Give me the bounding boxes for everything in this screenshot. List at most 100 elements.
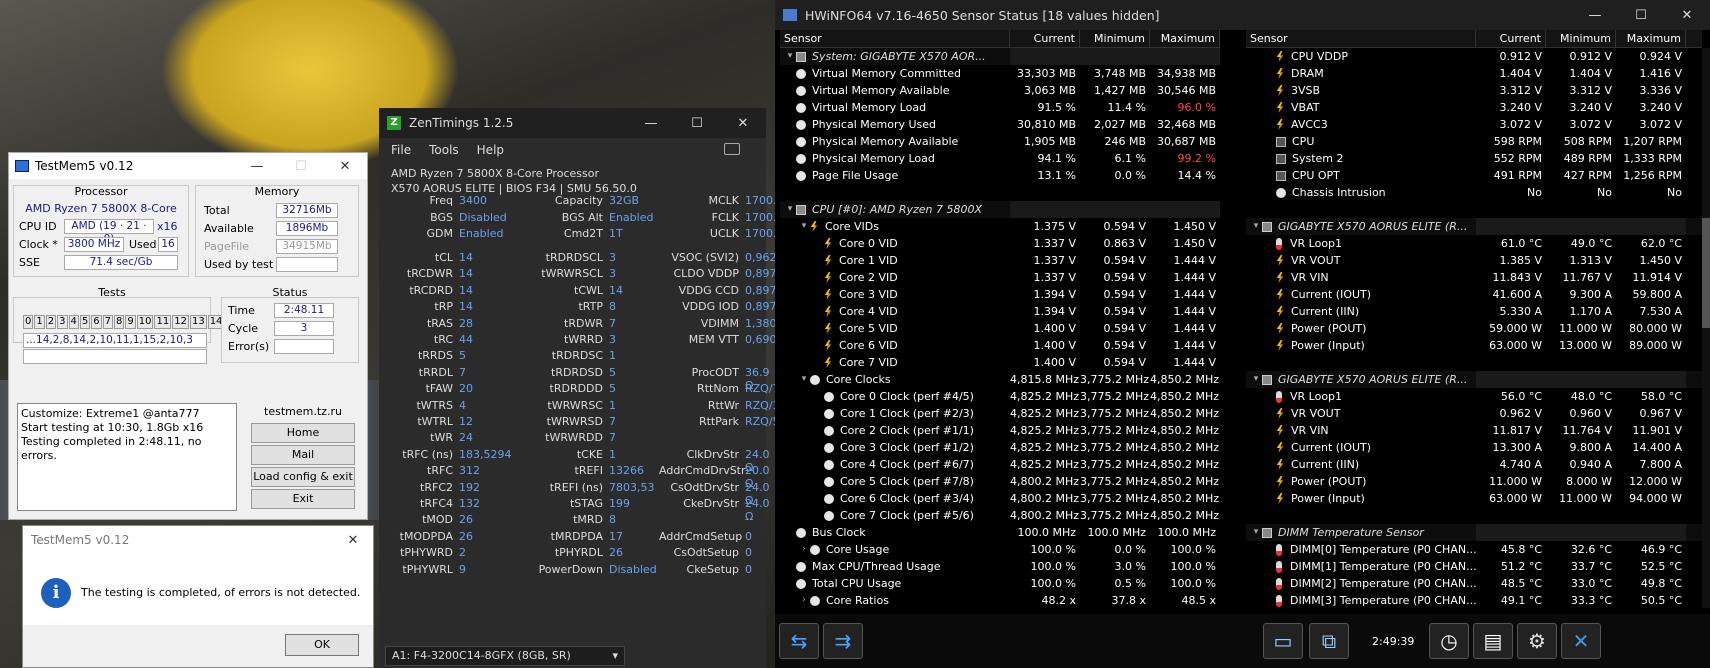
close-icon[interactable]: ✕: [1561, 623, 1601, 659]
clock-icon[interactable]: ◷: [1429, 623, 1469, 659]
close-button[interactable]: ✕: [323, 159, 367, 174]
site-link[interactable]: testmem.tz.ru: [251, 405, 355, 418]
sensor-row[interactable]: Page File Usage 13.1 % 0.0 % 14.4 %: [780, 167, 1220, 184]
sensor-row[interactable]: Virtual Memory Available 3,063 MB 1,427 MB…: [780, 82, 1220, 99]
close-button[interactable]: ✕: [1664, 8, 1710, 23]
sensor-row[interactable]: Bus Clock 100.0 MHz 100.0 MHz 100.0 MHz: [780, 524, 1220, 541]
column-header[interactable]: Maximum: [1616, 30, 1686, 47]
sensor-row[interactable]: DIMM[2] Temperature (P0 CHAN... 48.5 °C 33…: [1246, 575, 1702, 592]
column-header[interactable]: Minimum: [1080, 30, 1150, 47]
sensor-group-row[interactable]: ▾ DIMM Temperature Sensor: [1246, 524, 1702, 541]
chevron-right-icon[interactable]: ›: [798, 592, 810, 609]
sensor-row[interactable]: VR VOUT 1.385 V 1.313 V 1.450 V: [1246, 252, 1702, 269]
sensor-row[interactable]: Core 1 Clock (perf #2/3) 4,825.2 MHz 3,775…: [780, 405, 1220, 422]
camera-icon[interactable]: [724, 143, 740, 155]
sensor-row[interactable]: Core 0 Clock (perf #4/5) 4,825.2 MHz 3,775…: [780, 388, 1220, 405]
chevron-down-icon[interactable]: ▾: [798, 218, 810, 235]
menu-tools[interactable]: Tools: [429, 143, 459, 157]
sensor-row[interactable]: Current (IOUT) 41.600 A 9.300 A 59.800 A: [1246, 286, 1702, 303]
column-header[interactable]: Current: [1010, 30, 1080, 47]
sensor-row[interactable]: Core 5 VID 1.400 V 0.594 V 1.444 V: [780, 320, 1220, 337]
sensor-row[interactable]: Core 0 VID 1.337 V 0.863 V 1.450 V: [780, 235, 1220, 252]
sensor-row[interactable]: 3VSB 3.312 V 3.312 V 3.336 V: [1246, 82, 1702, 99]
scrollbar[interactable]: [1702, 48, 1710, 608]
network-icon[interactable]: ⧉: [1309, 623, 1349, 659]
sensor-row[interactable]: Core 7 VID 1.400 V 0.594 V 1.444 V: [780, 354, 1220, 371]
load-config-button[interactable]: Load config & exit: [251, 467, 355, 487]
chevron-down-icon[interactable]: ▾: [784, 201, 796, 218]
sensor-row[interactable]: Virtual Memory Committed 33,303 MB 3,748 M…: [780, 65, 1220, 82]
sensor-row[interactable]: ▾ Core Clocks 4,815.8 MHz 3,775.2 MHz 4,850.…: [780, 371, 1220, 388]
ok-button[interactable]: OK: [285, 634, 359, 656]
sensor-row[interactable]: Core 6 VID 1.400 V 0.594 V 1.444 V: [780, 337, 1220, 354]
sensor-row[interactable]: Physical Memory Used 30,810 MB 2,027 MB 32,…: [780, 116, 1220, 133]
column-header[interactable]: Current: [1476, 30, 1546, 47]
sensor-row[interactable]: Core 2 Clock (perf #1/1) 4,825.2 MHz 3,775…: [780, 422, 1220, 439]
chevron-down-icon[interactable]: ▾: [784, 48, 796, 65]
report-icon[interactable]: ▤: [1473, 623, 1513, 659]
sensor-row[interactable]: Current (IIN) 4.740 A 0.940 A 7.800 A: [1246, 456, 1702, 473]
chevron-down-icon[interactable]: ▾: [1250, 524, 1262, 541]
sensor-row[interactable]: Physical Memory Available 1,905 MB 246 MB 3…: [780, 133, 1220, 150]
sensor-row[interactable]: Total CPU Usage 100.0 % 0.5 % 100.0 %: [780, 575, 1220, 592]
sensor-row[interactable]: Power (POUT) 11.000 W 8.000 W 12.000 W: [1246, 473, 1702, 490]
sensor-group-row[interactable]: ▾ GIGABYTE X570 AORUS ELITE (R...: [1246, 371, 1702, 388]
sensor-row[interactable]: › Core Ratios 48.2 x 37.8 x 48.5 x: [780, 592, 1220, 609]
sensor-group-row[interactable]: ▾ System: GIGABYTE X570 AOR...: [780, 48, 1220, 65]
column-header[interactable]: Minimum: [1546, 30, 1616, 47]
sensor-row[interactable]: Power (Input) 63.000 W 11.000 W 94.000 W: [1246, 490, 1702, 507]
sensor-row[interactable]: DRAM 1.404 V 1.404 V 1.416 V: [1246, 65, 1702, 82]
dialog-close-button[interactable]: ✕: [333, 533, 373, 548]
sensor-row[interactable]: CPU 598 RPM 508 RPM 1,207 RPM: [1246, 133, 1702, 150]
chevron-down-icon[interactable]: ▾: [1250, 371, 1262, 388]
sensor-group-row[interactable]: ▾ CPU [#0]: AMD Ryzen 7 5800X: [780, 201, 1220, 218]
maximize-button[interactable]: ☐: [279, 159, 323, 174]
sensor-group-row[interactable]: ▾ GIGABYTE X570 AORUS ELITE (R...: [1246, 218, 1702, 235]
sensor-row[interactable]: DIMM[1] Temperature (P0 CHAN... 51.2 °C 33…: [1246, 558, 1702, 575]
sensor-row[interactable]: Current (IIN) 5.330 A 1.170 A 7.530 A: [1246, 303, 1702, 320]
sensor-row[interactable]: Chassis Intrusion No No No: [1246, 184, 1702, 201]
maximize-button[interactable]: ☐: [1618, 8, 1664, 23]
network-monitor-icon[interactable]: ▭: [1263, 623, 1303, 659]
sensor-row[interactable]: Max CPU/Thread Usage 100.0 % 3.0 % 100.0 %: [780, 558, 1220, 575]
menu-help[interactable]: Help: [477, 143, 504, 157]
sensor-row[interactable]: Virtual Memory Load 91.5 % 11.4 % 96.0 %: [780, 99, 1220, 116]
sensor-row[interactable]: Core 5 Clock (perf #7/8) 4,800.2 MHz 3,775…: [780, 473, 1220, 490]
sensor-row[interactable]: Core 4 Clock (perf #6/7) 4,825.2 MHz 3,775…: [780, 456, 1220, 473]
menu-file[interactable]: File: [391, 143, 411, 157]
sensor-row[interactable]: Current (IOUT) 13.300 A 9.800 A 14.400 A: [1246, 439, 1702, 456]
close-button[interactable]: ✕: [720, 116, 766, 131]
sensor-row[interactable]: Core 4 VID 1.394 V 0.594 V 1.444 V: [780, 303, 1220, 320]
chevron-down-icon[interactable]: ▾: [798, 371, 810, 388]
sensor-row[interactable]: VR VIN 11.817 V 11.764 V 11.901 V: [1246, 422, 1702, 439]
arrows-right-icon[interactable]: ⇉: [823, 623, 863, 659]
column-header[interactable]: Sensor: [1246, 30, 1476, 47]
sensor-row[interactable]: Core 6 Clock (perf #3/4) 4,800.2 MHz 3,775…: [780, 490, 1220, 507]
sensor-row[interactable]: VR VIN 11.843 V 11.767 V 11.914 V: [1246, 269, 1702, 286]
home-button[interactable]: Home: [251, 423, 355, 443]
sensor-row[interactable]: Core 3 VID 1.394 V 0.594 V 1.444 V: [780, 286, 1220, 303]
arrows-left-right-icon[interactable]: ⇆: [779, 623, 819, 659]
gear-icon[interactable]: ⚙: [1517, 623, 1557, 659]
column-header[interactable]: Maximum: [1150, 30, 1220, 47]
mail-button[interactable]: Mail: [251, 445, 355, 465]
sensor-row[interactable]: Physical Memory Load 94.1 % 6.1 % 99.2 %: [780, 150, 1220, 167]
sensor-row[interactable]: DIMM[3] Temperature (P0 CHAN... 49.1 °C 33…: [1246, 592, 1702, 609]
sensor-row[interactable]: Power (Input) 63.000 W 13.000 W 89.000 W: [1246, 337, 1702, 354]
sensor-row[interactable]: Core 3 Clock (perf #1/2) 4,825.2 MHz 3,775…: [780, 439, 1220, 456]
sensor-row[interactable]: CPU OPT 491 RPM 427 RPM 1,256 RPM: [1246, 167, 1702, 184]
chevron-right-icon[interactable]: ›: [798, 541, 810, 558]
scrollbar-thumb[interactable]: [1702, 218, 1710, 328]
module-select[interactable]: A1: F4-3200C14-8GFX (8GB, SR) ▾: [385, 646, 625, 666]
sensor-row[interactable]: Power (POUT) 59.000 W 11.000 W 80.000 W: [1246, 320, 1702, 337]
sensor-row[interactable]: VR VOUT 0.962 V 0.960 V 0.967 V: [1246, 405, 1702, 422]
minimize-button[interactable]: —: [1572, 8, 1618, 23]
minimize-button[interactable]: —: [235, 159, 279, 174]
minimize-button[interactable]: —: [628, 116, 674, 131]
sensor-row[interactable]: Core 1 VID 1.337 V 0.594 V 1.444 V: [780, 252, 1220, 269]
exit-button[interactable]: Exit: [251, 489, 355, 509]
sensor-row[interactable]: VR Loop1 56.0 °C 48.0 °C 58.0 °C: [1246, 388, 1702, 405]
sensor-row[interactable]: Core 7 Clock (perf #5/6) 4,800.2 MHz 3,775…: [780, 507, 1220, 524]
sensor-row[interactable]: Core 2 VID 1.337 V 0.594 V 1.444 V: [780, 269, 1220, 286]
column-header[interactable]: Sensor: [780, 30, 1010, 47]
